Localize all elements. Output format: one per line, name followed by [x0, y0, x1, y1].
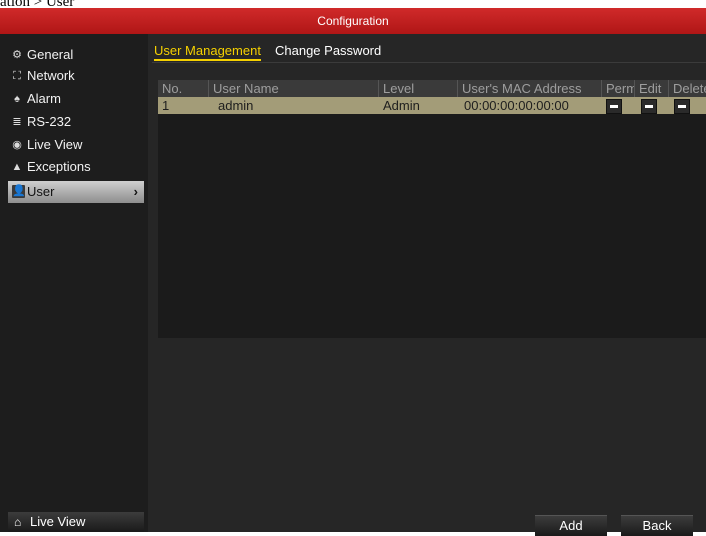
column-header-delete[interactable]: Delete — [669, 80, 706, 97]
sidebar-item-user[interactable]: 👤 User › — [8, 181, 144, 203]
add-button[interactable]: Add — [535, 515, 607, 536]
back-button[interactable]: Back — [621, 515, 693, 536]
user-icon: 👤 — [12, 185, 26, 198]
sidebar-item-alarm[interactable]: ♠ Alarm — [8, 88, 144, 110]
alarm-icon: ♠ — [14, 93, 20, 105]
sidebar-item-label: General — [27, 47, 74, 62]
gear-icon: ⚙ — [12, 49, 22, 61]
live-view-button[interactable]: ⌂ Live View — [8, 512, 144, 532]
eye-icon: ◉ — [12, 139, 22, 151]
permission-icon[interactable] — [606, 99, 622, 114]
sidebar-item-general[interactable]: ⚙ General — [8, 44, 144, 66]
rs232-icon: ≣ — [12, 116, 22, 128]
sidebar-item-label: RS-232 — [27, 114, 72, 129]
column-header-level[interactable]: Level — [379, 80, 458, 97]
window-title: Configuration — [0, 8, 706, 34]
cell-user-name: admin — [218, 98, 254, 113]
home-icon: ⌂ — [14, 515, 22, 529]
sidebar-item-rs232[interactable]: ≣ RS-232 — [8, 111, 144, 133]
column-header-mac-address[interactable]: User's MAC Address — [458, 80, 602, 97]
edit-icon[interactable] — [641, 99, 657, 114]
sidebar-item-label: Alarm — [27, 91, 61, 106]
live-view-label: Live View — [30, 514, 86, 529]
sidebar-item-live-view[interactable]: ◉ Live View — [8, 134, 144, 156]
breadcrumb: ation > User — [0, 0, 75, 10]
tab-divider — [152, 62, 706, 63]
sidebar-item-label: Network — [27, 68, 75, 83]
tab-user-management[interactable]: User Management — [154, 43, 261, 61]
sidebar-item-exceptions[interactable]: ▲ Exceptions — [8, 156, 144, 178]
warning-icon: ▲ — [11, 161, 23, 173]
user-table: No. User Name Level User's MAC Address P… — [158, 80, 706, 338]
cell-mac-address: 00:00:00:00:00:00 — [464, 98, 569, 113]
cell-level: Admin — [383, 98, 420, 113]
sidebar-item-label: Exceptions — [27, 159, 91, 174]
sidebar-item-label: User — [27, 184, 55, 199]
sidebar: ⚙ General ⛶ Network ♠ Alarm ≣ RS-232 ◉ L… — [0, 34, 148, 532]
network-icon: ⛶ — [13, 70, 21, 82]
table-header: No. User Name Level User's MAC Address P… — [158, 80, 706, 97]
table-row[interactable]: 1 admin Admin 00:00:00:00:00:00 — [158, 97, 706, 114]
column-header-permission[interactable]: Perm — [602, 80, 635, 97]
chevron-right-icon: › — [133, 184, 138, 199]
sidebar-item-label: Live View — [27, 137, 83, 152]
sidebar-item-network[interactable]: ⛶ Network — [8, 65, 144, 87]
delete-icon[interactable] — [674, 99, 690, 114]
cell-no: 1 — [162, 98, 170, 113]
column-header-edit[interactable]: Edit — [635, 80, 669, 97]
tab-change-password[interactable]: Change Password — [275, 43, 381, 59]
column-header-no[interactable]: No. — [158, 80, 209, 97]
column-header-user-name[interactable]: User Name — [209, 80, 379, 97]
